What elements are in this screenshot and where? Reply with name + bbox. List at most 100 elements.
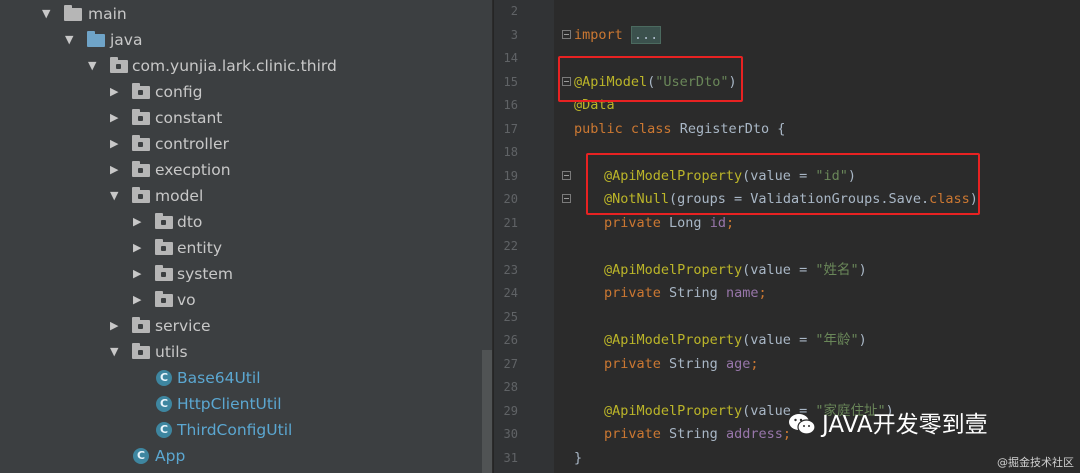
- tree-item-thirdconfigutil[interactable]: C ThirdConfigUtil: [0, 417, 480, 443]
- line-number: 30: [503, 427, 518, 441]
- tree-item-label: model: [155, 187, 204, 205]
- folder-icon: [64, 5, 82, 21]
- tree-item-label: config: [155, 83, 203, 101]
- expanded-arrow-icon[interactable]: ▼: [65, 27, 77, 53]
- tree-item-main[interactable]: ▼ main: [0, 1, 480, 27]
- line-number: 29: [503, 403, 518, 418]
- collapsed-arrow-icon[interactable]: ▶: [110, 313, 122, 339]
- tree-item-controller[interactable]: ▶ controller: [0, 131, 480, 157]
- package-icon: [110, 57, 128, 73]
- collapsed-arrow-icon[interactable]: ▶: [133, 235, 145, 261]
- collapsed-arrow-icon[interactable]: ▶: [133, 261, 145, 287]
- tree-item-label: controller: [155, 135, 229, 153]
- tree-item-config[interactable]: ▶ config: [0, 79, 480, 105]
- collapsed-arrow-icon[interactable]: ▶: [110, 157, 122, 183]
- source-watermark: @掘金技术社区: [997, 456, 1074, 469]
- field-name: address: [725, 426, 783, 442]
- class-icon: C: [156, 422, 172, 438]
- keyword: private: [604, 355, 661, 372]
- tree-item-label: constant: [155, 109, 223, 127]
- package-icon: [132, 343, 150, 359]
- tree-item-label: java: [110, 31, 143, 49]
- line-number: 25: [503, 309, 518, 324]
- wechat-icon: [789, 414, 816, 435]
- line-number: 19: [503, 168, 518, 183]
- punctuation: ): [858, 261, 867, 278]
- tree-item-execption[interactable]: ▶ execption: [0, 157, 480, 183]
- collapsed-arrow-icon[interactable]: ▶: [133, 209, 145, 235]
- collapsed-arrow-icon[interactable]: ▶: [133, 287, 145, 313]
- type: Long: [660, 214, 710, 231]
- tree-scrollbar[interactable]: [482, 350, 492, 473]
- annotation: @ApiModelProperty: [604, 332, 743, 348]
- annotation: @ApiModelProperty: [604, 261, 743, 278]
- punctuation: (value =: [742, 261, 816, 278]
- highlight-box-api-model: [558, 56, 743, 102]
- tree-item-label: com.yunjia.lark.clinic.third: [132, 57, 337, 75]
- project-tree-panel: ▼ main ▼ java ▼ com.yunjia.lark.clinic.t…: [0, 0, 492, 473]
- tree-item-java[interactable]: ▼ java: [0, 27, 480, 53]
- package-icon: [132, 187, 150, 203]
- field-name: age: [725, 355, 751, 372]
- tree-item-label: entity: [177, 239, 222, 257]
- tree-item-label: HttpClientUtil: [177, 395, 282, 413]
- class-icon: C: [156, 370, 172, 386]
- expanded-arrow-icon[interactable]: ▼: [88, 53, 100, 79]
- package-icon: [132, 83, 150, 99]
- tree-item-dto[interactable]: ▶ dto: [0, 209, 480, 235]
- tree-item-vo[interactable]: ▶ vo: [0, 287, 480, 313]
- keyword: import: [574, 26, 623, 43]
- folded-imports[interactable]: ...: [630, 25, 662, 44]
- line-number: 17: [503, 121, 518, 136]
- class-icon: C: [156, 396, 172, 412]
- package-icon: [132, 135, 150, 151]
- collapsed-arrow-icon[interactable]: ▶: [110, 105, 122, 131]
- class-name: RegisterDto {: [671, 120, 786, 137]
- class-icon: C: [133, 448, 149, 464]
- expanded-arrow-icon[interactable]: ▼: [110, 339, 122, 365]
- tree-item-app[interactable]: C App: [0, 443, 480, 469]
- code-line-field-id: private Long id;: [604, 212, 734, 236]
- tree-item-service[interactable]: ▶ service: [0, 313, 480, 339]
- tree-item-utils[interactable]: ▼ utils: [0, 339, 480, 365]
- package-icon: [155, 265, 173, 281]
- watermark-text: JAVA开发零到壹: [822, 412, 988, 438]
- punctuation: ): [858, 332, 867, 348]
- tree-item-httpclientutil[interactable]: C HttpClientUtil: [0, 391, 480, 417]
- type: String: [660, 285, 726, 301]
- tree-item-label: Base64Util: [177, 369, 261, 387]
- punctuation: }: [574, 449, 583, 466]
- tree-item-model[interactable]: ▼ model: [0, 183, 480, 209]
- highlight-box-property-annotations: [586, 153, 980, 215]
- expanded-arrow-icon[interactable]: ▼: [42, 1, 54, 27]
- package-icon: [132, 109, 150, 125]
- string-literal: "姓名": [815, 261, 859, 278]
- package-icon: [155, 291, 173, 307]
- line-number: 14: [503, 51, 518, 65]
- line-number: 24: [503, 286, 518, 300]
- type: String: [660, 355, 726, 372]
- line-number: 18: [503, 145, 518, 159]
- line-number: 28: [503, 380, 518, 394]
- code-line-close-brace: }: [574, 447, 582, 471]
- line-number: 27: [503, 356, 518, 371]
- collapsed-arrow-icon[interactable]: ▶: [110, 131, 122, 157]
- line-number: 22: [503, 239, 518, 253]
- tree-item-base64util[interactable]: C Base64Util: [0, 365, 480, 391]
- tree-item-constant[interactable]: ▶ constant: [0, 105, 480, 131]
- package-icon: [155, 239, 173, 255]
- punctuation: ;: [758, 285, 767, 301]
- tree-item-label: App: [155, 447, 186, 465]
- type: String: [660, 426, 726, 442]
- tree-item-entity[interactable]: ▶ entity: [0, 235, 480, 261]
- punctuation: (value =: [742, 332, 816, 348]
- expanded-arrow-icon[interactable]: ▼: [110, 183, 122, 209]
- tree-item-label: execption: [155, 161, 231, 179]
- tree-item-system[interactable]: ▶ system: [0, 261, 480, 287]
- code-line-import: import ...: [574, 24, 662, 48]
- line-number: 2: [510, 4, 518, 18]
- collapsed-arrow-icon[interactable]: ▶: [110, 79, 122, 105]
- tree-item-label: vo: [177, 291, 196, 309]
- tree-item-root-package[interactable]: ▼ com.yunjia.lark.clinic.third: [0, 53, 480, 79]
- package-icon: [132, 161, 150, 177]
